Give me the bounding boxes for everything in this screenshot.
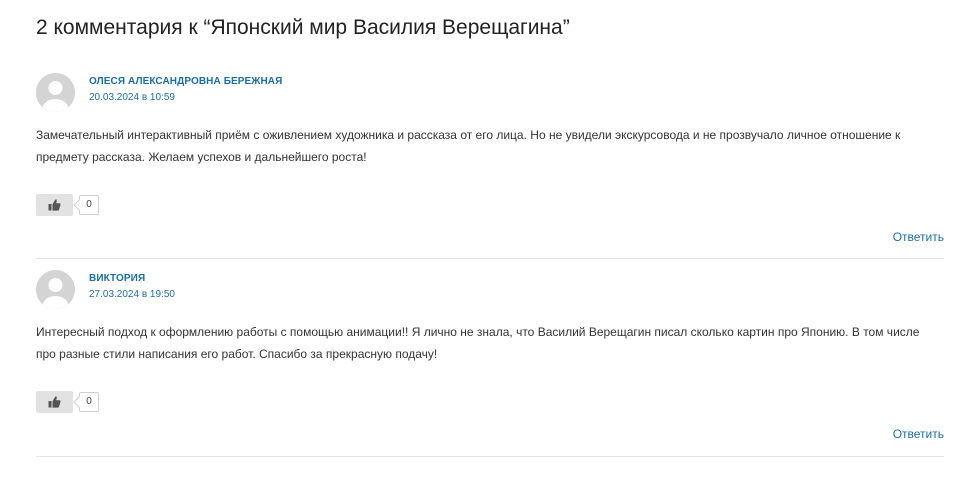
comment: ОЛЕСЯ АЛЕКСАНДРОВНА БЕРЕЖНАЯ 20.03.2024 … bbox=[36, 73, 944, 259]
comment-text: Интересный подход к оформлению работы с … bbox=[36, 325, 920, 361]
default-avatar-icon bbox=[36, 270, 75, 309]
comment-text: Замечательный интерактивный приём с ожив… bbox=[36, 128, 901, 164]
like-count: 0 bbox=[79, 195, 99, 215]
default-avatar-icon bbox=[36, 73, 75, 112]
comment: ВИКТОРИЯ 27.03.2024 в 19:50 Интересный п… bbox=[36, 270, 944, 457]
comment-divider bbox=[36, 456, 944, 457]
avatar bbox=[36, 270, 75, 309]
thumbs-up-icon bbox=[48, 396, 61, 408]
thumbs-up-icon bbox=[48, 199, 61, 211]
reply-link[interactable]: Ответить bbox=[893, 230, 944, 244]
comment-date[interactable]: 20.03.2024 в 10:59 bbox=[89, 92, 175, 103]
like-count: 0 bbox=[79, 392, 99, 412]
like-button[interactable] bbox=[36, 391, 73, 413]
comment-author[interactable]: ВИКТОРИЯ bbox=[89, 273, 145, 284]
comment-date[interactable]: 27.03.2024 в 19:50 bbox=[89, 289, 175, 300]
comments-title: 2 комментария к “Японский мир Василия Ве… bbox=[36, 16, 570, 39]
avatar bbox=[36, 73, 75, 112]
reply-link[interactable]: Ответить bbox=[893, 427, 944, 441]
comment-author[interactable]: ОЛЕСЯ АЛЕКСАНДРОВНА БЕРЕЖНАЯ bbox=[89, 76, 282, 87]
comment-divider bbox=[36, 258, 944, 259]
like-button[interactable] bbox=[36, 194, 73, 216]
